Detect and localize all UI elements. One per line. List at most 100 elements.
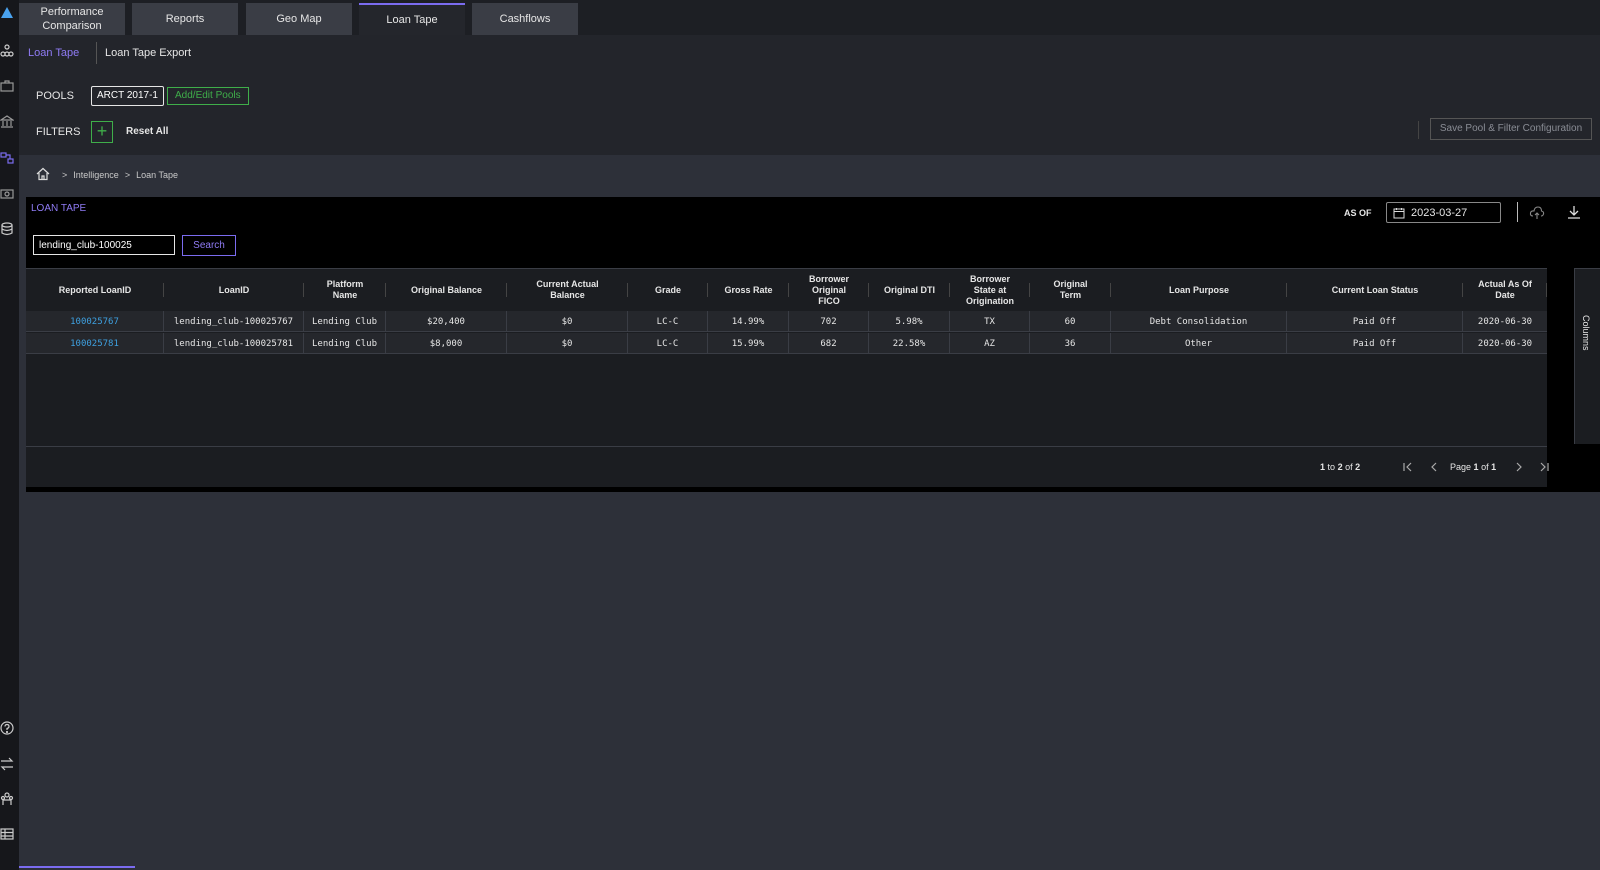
scroll-indicator <box>19 866 135 868</box>
cell-as-of-date: 2020-06-30 <box>1477 316 1533 327</box>
cell-loan-status: Paid Off <box>1287 333 1463 354</box>
top-tab-bar: Performance Comparison Reports Geo Map L… <box>19 0 1600 35</box>
tab-performance-comparison[interactable]: Performance Comparison <box>19 3 125 35</box>
add-edit-pools-button[interactable]: Add/Edit Pools <box>167 87 249 105</box>
tab-loan-tape[interactable]: Loan Tape <box>359 3 465 35</box>
help-icon[interactable] <box>0 721 14 735</box>
cell-platform-name: Lending Club <box>304 333 386 354</box>
next-page-icon[interactable] <box>1513 460 1525 472</box>
calendar-icon <box>1393 207 1405 218</box>
table-row[interactable]: 100025781 lending_club-100025781 Lending… <box>26 333 1547 354</box>
chevron-right-icon: > <box>62 170 68 180</box>
header-borrower-state[interactable]: Borrower State at Origination <box>950 269 1030 311</box>
header-loan-purpose[interactable]: Loan Purpose <box>1111 269 1287 311</box>
left-rail <box>0 0 19 870</box>
columns-sidebar-toggle[interactable]: Columns <box>1574 268 1600 444</box>
sub-header: Loan Tape Loan Tape Export POOLS ARCT 20… <box>19 35 1600 155</box>
home-icon[interactable] <box>36 167 56 183</box>
header-original-term[interactable]: Original Term <box>1030 269 1111 311</box>
save-configuration-button[interactable]: Save Pool & Filter Configuration <box>1430 118 1592 140</box>
cell-fico: 702 <box>789 311 869 332</box>
intelligence-icon[interactable] <box>0 151 14 165</box>
pools-label: POOLS <box>36 90 74 102</box>
cell-loan-status: Paid Off <box>1287 311 1463 332</box>
header-gross-rate[interactable]: Gross Rate <box>708 269 789 311</box>
database-icon[interactable] <box>0 222 14 236</box>
filters-label: FILTERS <box>36 126 81 138</box>
row-range: 1 to 2 of 2 <box>1320 462 1361 472</box>
team-icon[interactable] <box>0 792 14 806</box>
last-page-icon[interactable] <box>1538 460 1550 472</box>
cell-state: TX <box>950 311 1030 332</box>
transfer-icon[interactable] <box>0 757 14 771</box>
cell-loanid: lending_club-100025781 <box>164 333 304 354</box>
header-platform-name[interactable]: Platform Name <box>304 269 386 311</box>
header-loanid[interactable]: LoanID <box>164 269 304 311</box>
header-original-balance[interactable]: Original Balance <box>386 269 507 311</box>
tab-reports[interactable]: Reports <box>132 3 238 35</box>
as-of-date-value: 2023-03-27 <box>1411 206 1468 219</box>
cell-gross-rate: 14.99% <box>708 311 789 332</box>
reset-all-button[interactable]: Reset All <box>126 126 168 137</box>
cell-original-balance: $20,400 <box>386 311 507 332</box>
table-header: Reported LoanID LoanID Platform Name Ori… <box>26 269 1547 311</box>
network-icon[interactable] <box>0 44 14 58</box>
cell-grade: LC-C <box>628 333 708 354</box>
cell-grade: LC-C <box>628 311 708 332</box>
cell-reported-loanid[interactable]: 100025781 <box>26 333 164 354</box>
header-current-actual-balance[interactable]: Current Actual Balance <box>507 269 628 311</box>
prev-page-icon[interactable] <box>1428 460 1440 472</box>
header-grade[interactable]: Grade <box>628 269 708 311</box>
logo-icon[interactable] <box>0 6 14 20</box>
cell-gross-rate: 15.99% <box>708 333 789 354</box>
cell-dti: 5.98% <box>869 311 950 332</box>
briefcase-icon[interactable] <box>0 79 14 93</box>
cell-loanid: lending_club-100025767 <box>164 311 304 332</box>
bank-icon[interactable] <box>0 115 14 129</box>
header-original-dti[interactable]: Original DTI <box>869 269 950 311</box>
header-borrower-original-fico[interactable]: Borrower Original FICO <box>789 269 869 311</box>
cloud-sync-icon[interactable] <box>1529 204 1545 220</box>
cell-loan-purpose: Other <box>1111 333 1287 354</box>
download-icon[interactable] <box>1566 204 1582 220</box>
cash-icon[interactable] <box>0 187 14 201</box>
table-row[interactable]: 100025767 lending_club-100025767 Lending… <box>26 311 1547 332</box>
cell-original-balance: $8,000 <box>386 333 507 354</box>
as-of-date-picker[interactable]: 2023-03-27 <box>1386 202 1501 223</box>
search-input[interactable] <box>33 235 175 255</box>
columns-label[interactable]: Columns <box>1581 315 1591 351</box>
page-indicator: Page 1 of 1 <box>1450 462 1497 472</box>
pool-chip[interactable]: ARCT 2017-1 <box>91 86 164 106</box>
loan-table: Reported LoanID LoanID Platform Name Ori… <box>26 268 1550 487</box>
cell-current-balance: $0 <box>507 333 628 354</box>
first-page-icon[interactable] <box>1402 460 1414 472</box>
cell-fico: 682 <box>789 333 869 354</box>
cell-state: AZ <box>950 333 1030 354</box>
breadcrumb-intelligence[interactable]: Intelligence <box>73 170 119 180</box>
cell-term: 60 <box>1030 311 1111 332</box>
header-reported-loanid[interactable]: Reported LoanID <box>26 269 164 311</box>
divider <box>1517 202 1518 222</box>
plus-icon[interactable]: + <box>91 121 113 143</box>
loan-tape-panel: LOAN TAPE AS OF 2023-03-27 Search Report… <box>26 197 1600 492</box>
cell-as-of-date: 2020-06-30 <box>1477 338 1533 349</box>
tab-cashflows[interactable]: Cashflows <box>472 3 578 35</box>
as-of-label: AS OF <box>1344 208 1372 218</box>
chevron-right-icon: > <box>124 170 131 180</box>
subtab-loan-tape-export[interactable]: Loan Tape Export <box>96 42 191 64</box>
search-button[interactable]: Search <box>182 235 236 256</box>
cell-loan-purpose: Debt Consolidation <box>1111 311 1287 332</box>
subtab-loan-tape[interactable]: Loan Tape <box>28 47 79 59</box>
tab-geo-map[interactable]: Geo Map <box>246 3 352 35</box>
header-current-loan-status[interactable]: Current Loan Status <box>1287 269 1463 311</box>
header-actual-as-of-date[interactable]: Actual As Of Date <box>1463 269 1547 311</box>
cell-reported-loanid[interactable]: 100025767 <box>26 311 164 332</box>
table-icon[interactable] <box>0 827 14 841</box>
cell-platform-name: Lending Club <box>304 311 386 332</box>
cell-term: 36 <box>1030 333 1111 354</box>
cell-dti: 22.58% <box>869 333 950 354</box>
panel-title: LOAN TAPE <box>31 203 87 214</box>
breadcrumb-loan-tape: Loan Tape <box>136 170 178 180</box>
cell-current-balance: $0 <box>507 311 628 332</box>
breadcrumb: > Intelligence > Loan Tape <box>36 167 178 183</box>
